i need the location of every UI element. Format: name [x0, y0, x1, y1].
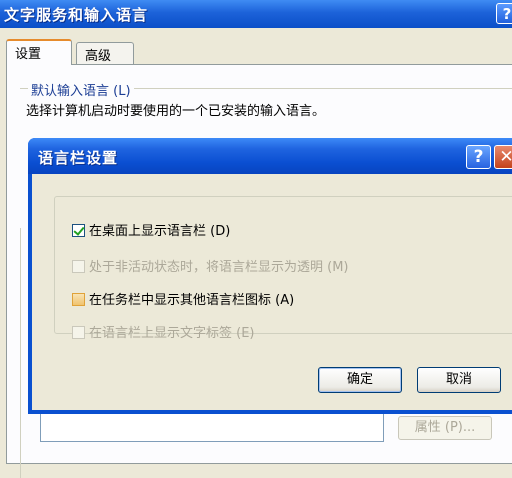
- default-language-group-title: 默认输入语言 (L): [28, 80, 134, 99]
- checkbox-disabled-icon: [72, 326, 85, 339]
- cancel-button[interactable]: 取消: [417, 367, 501, 393]
- tab-settings[interactable]: 设置: [6, 39, 72, 65]
- option-transparent-inactive: 处于非活动状态时，将语言栏显示为透明 (M): [72, 256, 349, 275]
- language-bar-settings-dialog: 语言栏设置 ? ✕ 在桌面上显示语言栏 (D) 处于非活动状态时，将语言栏显示为…: [28, 138, 512, 414]
- option-show-on-desktop[interactable]: 在桌面上显示语言栏 (D): [72, 220, 231, 239]
- group-border-left: [20, 228, 21, 478]
- dialog-title: 语言栏设置: [38, 149, 119, 167]
- close-icon: ✕: [499, 147, 512, 167]
- dialog-body: 在桌面上显示语言栏 (D) 处于非活动状态时，将语言栏显示为透明 (M) 在任务…: [32, 174, 512, 410]
- option-label: 在语言栏上显示文字标签 (E): [89, 326, 255, 341]
- checkbox-disabled-icon: [72, 260, 85, 273]
- option-taskbar-icons[interactable]: 在任务栏中显示其他语言栏图标 (A): [72, 289, 295, 308]
- option-label: 在任务栏中显示其他语言栏图标 (A): [89, 293, 295, 308]
- background-window-title: 文字服务和输入语言: [4, 6, 149, 24]
- tab-advanced[interactable]: 高级: [76, 42, 134, 64]
- help-button[interactable]: ?: [466, 145, 491, 169]
- option-label: 在桌面上显示语言栏 (D): [89, 224, 231, 239]
- background-window-titlebar[interactable]: 文字服务和输入语言 ?: [0, 0, 512, 28]
- background-help-button[interactable]: ?: [496, 3, 512, 24]
- properties-button: 属性 (P)...: [398, 416, 492, 440]
- help-icon: ?: [473, 147, 484, 167]
- dialog-titlebar[interactable]: 语言栏设置 ? ✕: [28, 138, 512, 174]
- checkbox-unchecked-icon[interactable]: [72, 293, 85, 306]
- option-text-labels: 在语言栏上显示文字标签 (E): [72, 322, 255, 341]
- checkbox-checked-icon[interactable]: [72, 224, 85, 237]
- close-button[interactable]: ✕: [494, 145, 512, 169]
- ok-button[interactable]: 确定: [318, 367, 402, 393]
- option-label: 处于非活动状态时，将语言栏显示为透明 (M): [89, 260, 349, 275]
- installed-services-list[interactable]: [40, 412, 384, 442]
- default-language-description: 选择计算机启动时要使用的一个已安装的输入语言。: [26, 104, 326, 119]
